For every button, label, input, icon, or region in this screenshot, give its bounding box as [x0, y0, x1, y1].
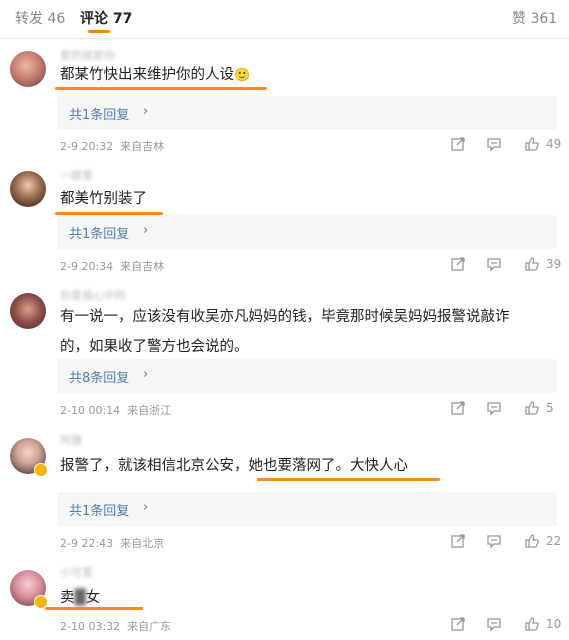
username[interactable]: 小可爱: [60, 564, 93, 580]
like-count: 5: [546, 401, 554, 415]
comment-source: 来自浙江: [127, 404, 172, 417]
comment-actions: 49: [450, 136, 562, 156]
comment-meta: 2-10 00:14 来自浙江: [60, 402, 171, 418]
comment-source: 来自广东: [127, 620, 172, 633]
highlight-underline: [55, 87, 267, 90]
comment-icon[interactable]: [486, 616, 502, 632]
arrow-right-icon: ›: [143, 223, 149, 238]
comment-item: 你是我心中的 有一说一，应该没有收吴亦凡妈妈的钱，毕竟那时候吴妈妈报警说敲诈 的…: [0, 285, 569, 425]
comment-meta: 2-9 20:32 来自吉林: [60, 138, 164, 154]
comment-icon[interactable]: [486, 533, 502, 549]
comment-date: 2-10 00:14: [60, 404, 121, 417]
arrow-right-icon: ›: [143, 500, 149, 515]
comment-actions: 39: [450, 256, 562, 276]
like-icon[interactable]: [524, 533, 540, 549]
arrow-right-icon: ›: [143, 104, 149, 119]
tab-comments[interactable]: 评论 77: [80, 8, 132, 28]
comment-item: 一娘爱 都美竹别装了 共1条回复 › 2-9 20:34 来自吉林 39: [0, 165, 569, 280]
like-icon[interactable]: [524, 256, 540, 272]
comment-text-line: 卖: [60, 590, 75, 606]
tab-likes[interactable]: 赞 361: [512, 8, 557, 28]
emoji-icon: 🙂: [234, 68, 251, 83]
comment-date: 2-9 20:32: [60, 140, 114, 153]
active-tab-indicator: [88, 30, 110, 33]
comment-source: 来自北京: [120, 537, 165, 550]
like-count: 49: [546, 137, 562, 151]
share-icon[interactable]: [450, 136, 466, 152]
comment-actions: 10: [450, 616, 562, 636]
reply-box[interactable]: 共1条回复 ›: [57, 96, 557, 130]
avatar[interactable]: [10, 171, 46, 207]
reply-box[interactable]: 共1条回复 ›: [57, 492, 557, 526]
comment-item: 阿狸 报警了，就该相信北京公安，她也要落网了。大快人心 共1条回复 › 2-9 …: [0, 430, 569, 555]
username[interactable]: 你是我心中的: [60, 287, 126, 303]
comment-text-line: 都某竹快出来维护你的人设: [60, 67, 234, 83]
comment-actions: 5: [450, 400, 560, 420]
like-icon[interactable]: [524, 136, 540, 152]
username[interactable]: 阿狸: [60, 432, 82, 448]
comment-meta: 2-9 22:43 来自北京: [60, 535, 164, 551]
comment-text-line: 有一说一，应该没有收吴亦凡妈妈的钱，毕竟那时候吴妈妈报警说敲诈: [60, 309, 510, 325]
like-count: 22: [546, 534, 562, 548]
comment-actions: 22: [450, 533, 562, 553]
like-icon[interactable]: [524, 616, 540, 632]
share-icon[interactable]: [450, 533, 466, 549]
reply-count-link[interactable]: 共8条回复: [69, 367, 129, 386]
comment-meta: 2-9 20:34 来自吉林: [60, 258, 164, 274]
like-icon[interactable]: [524, 400, 540, 416]
comment-icon[interactable]: [486, 256, 502, 272]
censored-text: █: [74, 590, 86, 606]
comment-date: 2-10 03:32: [60, 620, 121, 633]
like-count: 39: [546, 257, 562, 271]
reply-box[interactable]: 共8条回复 ›: [57, 359, 557, 393]
comment-source: 来自吉林: [120, 260, 165, 273]
username[interactable]: 爱的就是你: [60, 47, 115, 63]
avatar[interactable]: [10, 293, 46, 329]
highlight-underline: [257, 478, 440, 481]
username[interactable]: 一娘爱: [60, 167, 93, 183]
comment-text-line: 的，如果收了警方也会说的。: [60, 339, 249, 355]
comment-tabs: 转发 46 评论 77 赞 361: [0, 0, 569, 36]
comment-text: 都美竹别装了: [60, 191, 147, 207]
reply-count-link[interactable]: 共1条回复: [69, 223, 129, 242]
comment-source: 来自吉林: [120, 140, 165, 153]
reply-count-link[interactable]: 共1条回复: [69, 500, 129, 519]
comment-icon[interactable]: [486, 136, 502, 152]
highlight-underline: [45, 607, 143, 610]
comment-date: 2-9 22:43: [60, 537, 114, 550]
tab-reposts[interactable]: 转发 46: [15, 8, 65, 28]
comment-icon[interactable]: [486, 400, 502, 416]
comment-item: 小可爱 卖█女 2-10 03:32 来自广东 10: [0, 560, 569, 640]
arrow-right-icon: ›: [143, 367, 149, 382]
like-count: 10: [546, 617, 562, 631]
comment-text: 报警了，就该相信北京公安，她也要落网了。大快人心: [60, 458, 408, 474]
reply-count-link[interactable]: 共1条回复: [69, 104, 129, 123]
comment-text: 都某竹快出来维护你的人设🙂: [60, 63, 250, 88]
avatar[interactable]: [10, 51, 46, 87]
tabs-divider: [0, 38, 569, 39]
share-icon[interactable]: [450, 400, 466, 416]
verified-badge-icon: [34, 463, 48, 477]
comment-text-line: 女: [85, 590, 101, 606]
comment-text: 有一说一，应该没有收吴亦凡妈妈的钱，毕竟那时候吴妈妈报警说敲诈 的，如果收了警方…: [60, 305, 510, 359]
comment-item: 爱的就是你 都某竹快出来维护你的人设🙂 共1条回复 › 2-9 20:32 来自…: [0, 45, 569, 160]
share-icon[interactable]: [450, 256, 466, 272]
comment-meta: 2-10 03:32 来自广东: [60, 618, 171, 634]
comment-date: 2-9 20:34: [60, 260, 114, 273]
reply-box[interactable]: 共1条回复 ›: [57, 215, 557, 249]
share-icon[interactable]: [450, 616, 466, 632]
